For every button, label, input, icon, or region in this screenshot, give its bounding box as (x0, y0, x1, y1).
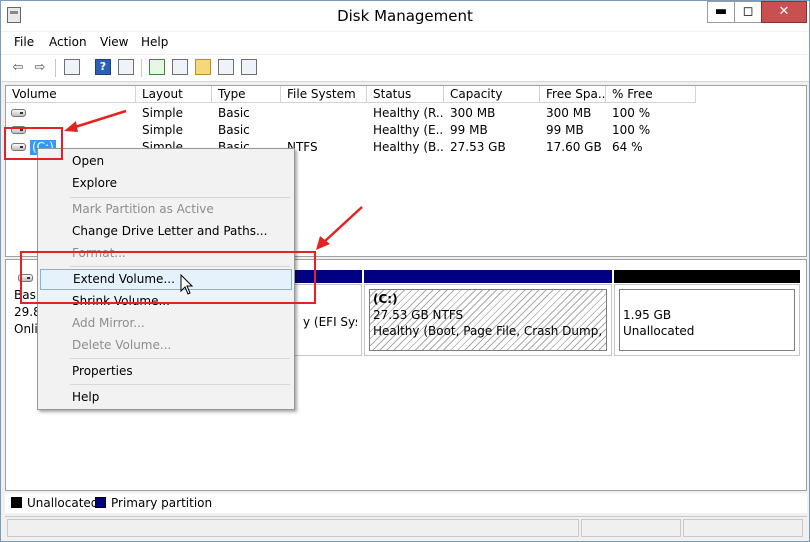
c-partition-size: 27.53 GB NTFS (373, 308, 464, 322)
forward-arrow-icon[interactable]: ⇨ (31, 59, 49, 77)
cell-layout: Simple (142, 123, 183, 137)
column-header-type[interactable]: Type (212, 86, 281, 103)
maximize-button[interactable]: ◻ (734, 1, 762, 23)
menu-item-add-mirror: Add Mirror... (72, 316, 145, 330)
menu-separator (70, 358, 290, 359)
c-partition[interactable]: (C:) 27.53 GB NTFS Healthy (Boot, Page F… (364, 284, 612, 356)
menu-bar: File Action View Help (1, 32, 809, 54)
cell-percent-free: 100 % (612, 123, 651, 137)
legend-swatch-unallocated (11, 497, 22, 508)
menu-item-explore[interactable]: Explore (40, 173, 292, 194)
cell-free-space: 99 MB (546, 123, 584, 137)
column-header-free-space[interactable]: Free Spa... (540, 86, 606, 103)
column-header-layout[interactable]: Layout (136, 86, 212, 103)
settings-icon[interactable] (172, 59, 188, 75)
show-hide-pane-icon[interactable] (118, 59, 134, 75)
back-arrow-icon[interactable]: ⇦ (9, 59, 27, 77)
annotation-arrow-icon (316, 206, 363, 250)
menu-item-mark-active: Mark Partition as Active (72, 202, 214, 216)
cell-free-space: 300 MB (546, 106, 592, 120)
cell-capacity: 300 MB (450, 106, 496, 120)
cell-capacity: 99 MB (450, 123, 488, 137)
legend-swatch-primary (95, 497, 106, 508)
menu-item-open[interactable]: Open (40, 151, 292, 172)
cell-status: Healthy (B... (373, 140, 444, 154)
unallocated-space[interactable]: 1.95 GB Unallocated (614, 284, 800, 356)
c-partition-name: (C:) (373, 292, 398, 306)
cell-type: Basic (218, 123, 250, 137)
status-segment (7, 519, 579, 537)
menu-item-help[interactable]: Help (40, 387, 292, 408)
menu-item-change-drive-letter[interactable]: Change Drive Letter and Paths... (40, 221, 292, 242)
properties-panel-icon[interactable] (64, 59, 80, 75)
annotation-highlight-c-volume (4, 127, 63, 160)
disk-size-label: 29.8 (14, 305, 38, 319)
annotation-arrow-icon (64, 109, 127, 132)
menu-help[interactable]: Help (141, 35, 168, 49)
cell-free-space: 17.60 GB (546, 140, 602, 154)
open-folder-icon[interactable] (195, 59, 211, 75)
legend-label-unallocated: Unallocated (27, 496, 99, 510)
window-title: Disk Management (337, 7, 473, 25)
cell-layout: Simple (142, 106, 183, 120)
menu-separator (70, 384, 290, 385)
unallocated-bar (614, 270, 800, 283)
help-icon[interactable]: ? (95, 59, 111, 75)
menu-action[interactable]: Action (49, 35, 87, 49)
menu-item-delete-volume: Delete Volume... (72, 338, 172, 352)
menu-file[interactable]: File (14, 35, 34, 49)
status-bar (5, 516, 807, 538)
unallocated-size: 1.95 GB (623, 308, 672, 322)
column-header-volume[interactable]: Volume (6, 86, 136, 103)
cell-percent-free: 100 % (612, 106, 651, 120)
status-segment (683, 519, 803, 537)
column-header-status[interactable]: Status (367, 86, 444, 103)
cell-percent-free: 64 % (612, 140, 643, 154)
c-partition-bar (364, 270, 612, 283)
disk-status-label: Onli (14, 322, 38, 336)
legend: Unallocated Primary partition (5, 493, 807, 513)
cell-type: Basic (218, 106, 250, 120)
refresh-icon[interactable] (149, 59, 165, 75)
unallocated-label: Unallocated (623, 324, 695, 338)
toolbar-separator (55, 59, 56, 77)
column-header-capacity[interactable]: Capacity (444, 86, 540, 103)
console-icon[interactable] (241, 59, 257, 75)
c-partition-inner: (C:) 27.53 GB NTFS Healthy (Boot, Page F… (369, 289, 607, 351)
menu-view[interactable]: View (100, 35, 128, 49)
unallocated-inner: 1.95 GB Unallocated (619, 289, 795, 351)
cell-capacity: 27.53 GB (450, 140, 506, 154)
search-icon[interactable] (218, 59, 234, 75)
cell-status: Healthy (E... (373, 123, 444, 137)
status-segment (581, 519, 681, 537)
title-bar: Disk Management ▬ ◻ ✕ (1, 1, 809, 31)
column-header-file-system[interactable]: File System (281, 86, 367, 103)
c-partition-status: Healthy (Boot, Page File, Crash Dump, Pr… (373, 324, 606, 338)
toolbar: ⇦ ⇨ ? (1, 55, 809, 82)
annotation-highlight-extend-volume (20, 251, 316, 304)
legend-label-primary: Primary partition (111, 496, 213, 510)
close-button[interactable]: ✕ (761, 1, 807, 23)
cell-status: Healthy (R... (373, 106, 444, 120)
toolbar-separator (141, 59, 142, 77)
minimize-button[interactable]: ▬ (707, 1, 735, 23)
menu-item-properties[interactable]: Properties (40, 361, 292, 382)
menu-separator (70, 197, 290, 198)
column-header-percent-free[interactable]: % Free (606, 86, 696, 103)
drive-icon (11, 109, 26, 117)
